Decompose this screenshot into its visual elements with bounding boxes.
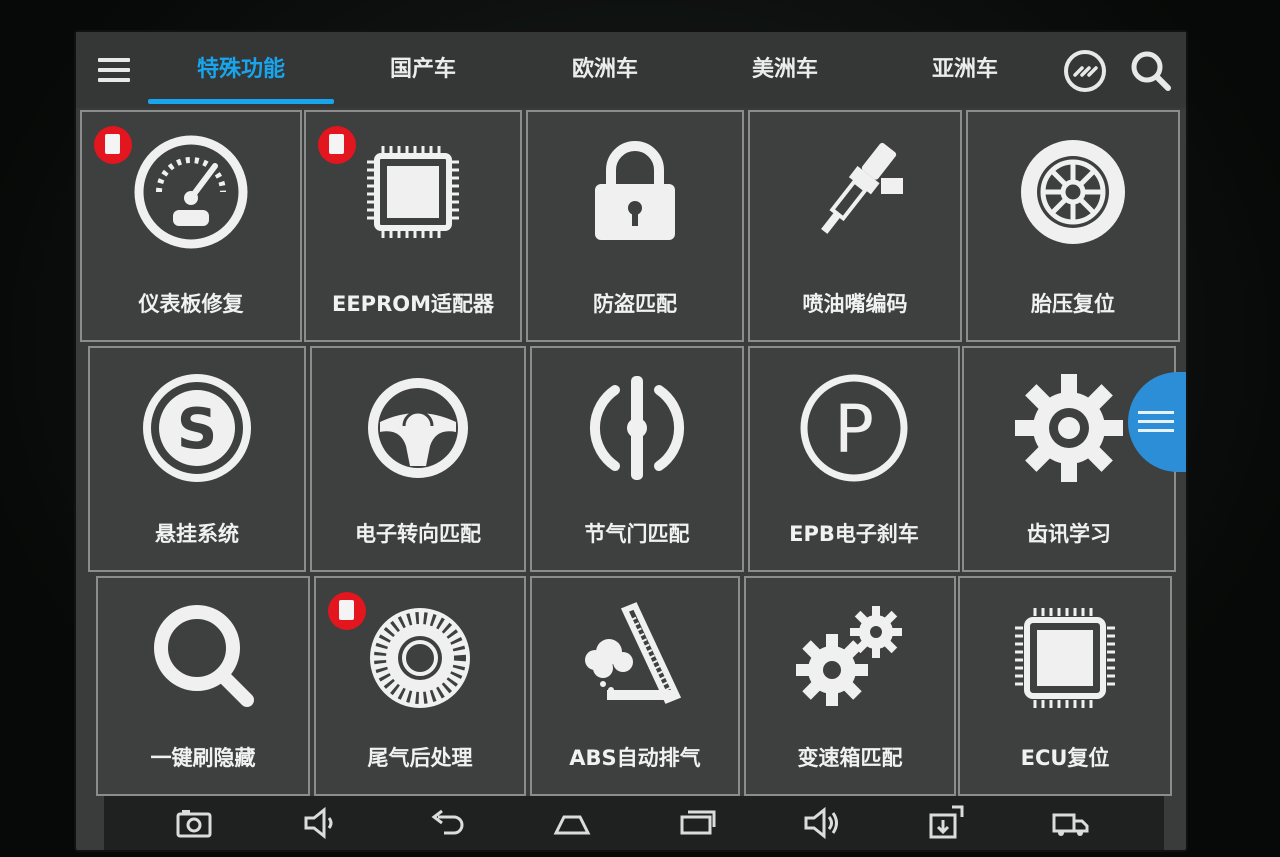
lock-icon [595,141,675,240]
tile-label: ECU复位 [1020,746,1110,770]
tile-tpms-reset[interactable]: 胎压复位 [966,110,1180,342]
volume-down-icon[interactable] [300,803,340,843]
tab-american-cars[interactable]: 美洲车 [710,50,860,90]
tile-transmission-match[interactable]: 变速箱匹配 [744,576,956,796]
ecu-chip-icon [1015,608,1115,708]
hamburger-menu-icon[interactable] [94,50,134,90]
tile-label: EPB电子刹车 [789,522,919,546]
tile-label: EEPROM适配器 [331,292,494,316]
tile-label: 胎压复位 [1031,292,1115,316]
tile-label: 悬挂系统 [155,522,239,546]
tile-epb-electronic-brake[interactable]: P EPB电子刹车 [748,346,960,572]
chip-icon [367,146,459,238]
steering-wheel-icon [368,378,468,478]
tile-label: 尾气后处理 [367,746,473,770]
recent-apps-icon[interactable] [678,803,718,843]
svg-text:S: S [177,397,217,462]
tile-electronic-steering-match[interactable]: 电子转向匹配 [310,346,526,572]
search-icon [154,605,254,707]
system-nav-bar [104,796,1164,850]
vehicle-truck-icon[interactable] [1050,803,1090,843]
top-bar: 特殊功能 国产车 欧洲车 美洲车 亚洲车 [76,32,1186,108]
gear-icon [1015,374,1123,482]
tab-domestic-cars[interactable]: 国产车 [348,50,498,90]
tile-injector-coding[interactable]: 喷油嘴编码 [748,110,962,342]
active-tab-indicator [148,99,334,104]
tile-throttle-match[interactable]: 节气门匹配 [530,346,744,572]
volume-up-icon[interactable] [802,803,842,843]
tile-label: 仪表板修复 [138,292,244,316]
gauge-icon [134,135,248,249]
back-icon[interactable] [426,803,466,843]
abs-bleed-icon [585,602,682,704]
tile-label: 变速箱匹配 [797,746,903,770]
tile-label: 喷油嘴编码 [802,292,908,316]
injector-icon [821,142,903,234]
gears-icon [796,606,902,706]
tile-ecu-reset[interactable]: ECU复位 [958,576,1172,796]
screenshot-camera-icon[interactable] [174,803,214,843]
tile-immobilizer-match[interactable]: 防盗匹配 [526,110,744,342]
tab-special-functions[interactable]: 特殊功能 [148,50,334,90]
update-download-icon[interactable] [926,803,966,843]
pdf-badge [94,126,132,164]
tile-abs-auto-bleed[interactable]: ABS自动排气 [530,576,740,796]
tile-label: 电子转向匹配 [355,522,481,546]
tile-label: 齿讯学习 [1027,522,1111,546]
tile-label: 防盗匹配 [593,292,677,316]
tile-dashboard-repair[interactable]: 仪表板修复 [80,110,302,342]
svg-text:P: P [834,391,874,468]
home-icon[interactable] [552,803,592,843]
function-grid: 仪表板修复 EEPROM适配器 防盗匹配 喷油嘴编码 胎压复位 S 悬挂系统 电… [80,110,1184,796]
lines-icon [1138,411,1174,432]
tile-eeprom-adapter[interactable]: EEPROM适配器 [304,110,522,342]
tile-one-click-hidden-flash[interactable]: 一键刷隐藏 [96,576,310,796]
tab-european-cars[interactable]: 欧洲车 [530,50,680,90]
link-icon[interactable] [1062,48,1108,94]
tile-suspension-system[interactable]: S 悬挂系统 [88,346,306,572]
tile-exhaust-aftertreatment[interactable]: 尾气后处理 [314,576,526,796]
screen: 特殊功能 国产车 欧洲车 美洲车 亚洲车 仪表板修复 EEPROM适配器 防盗匹… [76,32,1186,850]
throttle-icon [589,376,685,480]
search-icon[interactable] [1128,48,1174,94]
tile-label: ABS自动排气 [569,746,701,770]
suspension-icon: S [143,374,251,482]
parking-brake-icon: P [800,374,908,482]
exhaust-filter-icon [370,608,470,708]
tab-asian-cars[interactable]: 亚洲车 [890,50,1040,90]
tile-label: 节气门匹配 [584,522,690,546]
tire-icon [1021,140,1125,244]
tile-label: 一键刷隐藏 [150,746,256,770]
